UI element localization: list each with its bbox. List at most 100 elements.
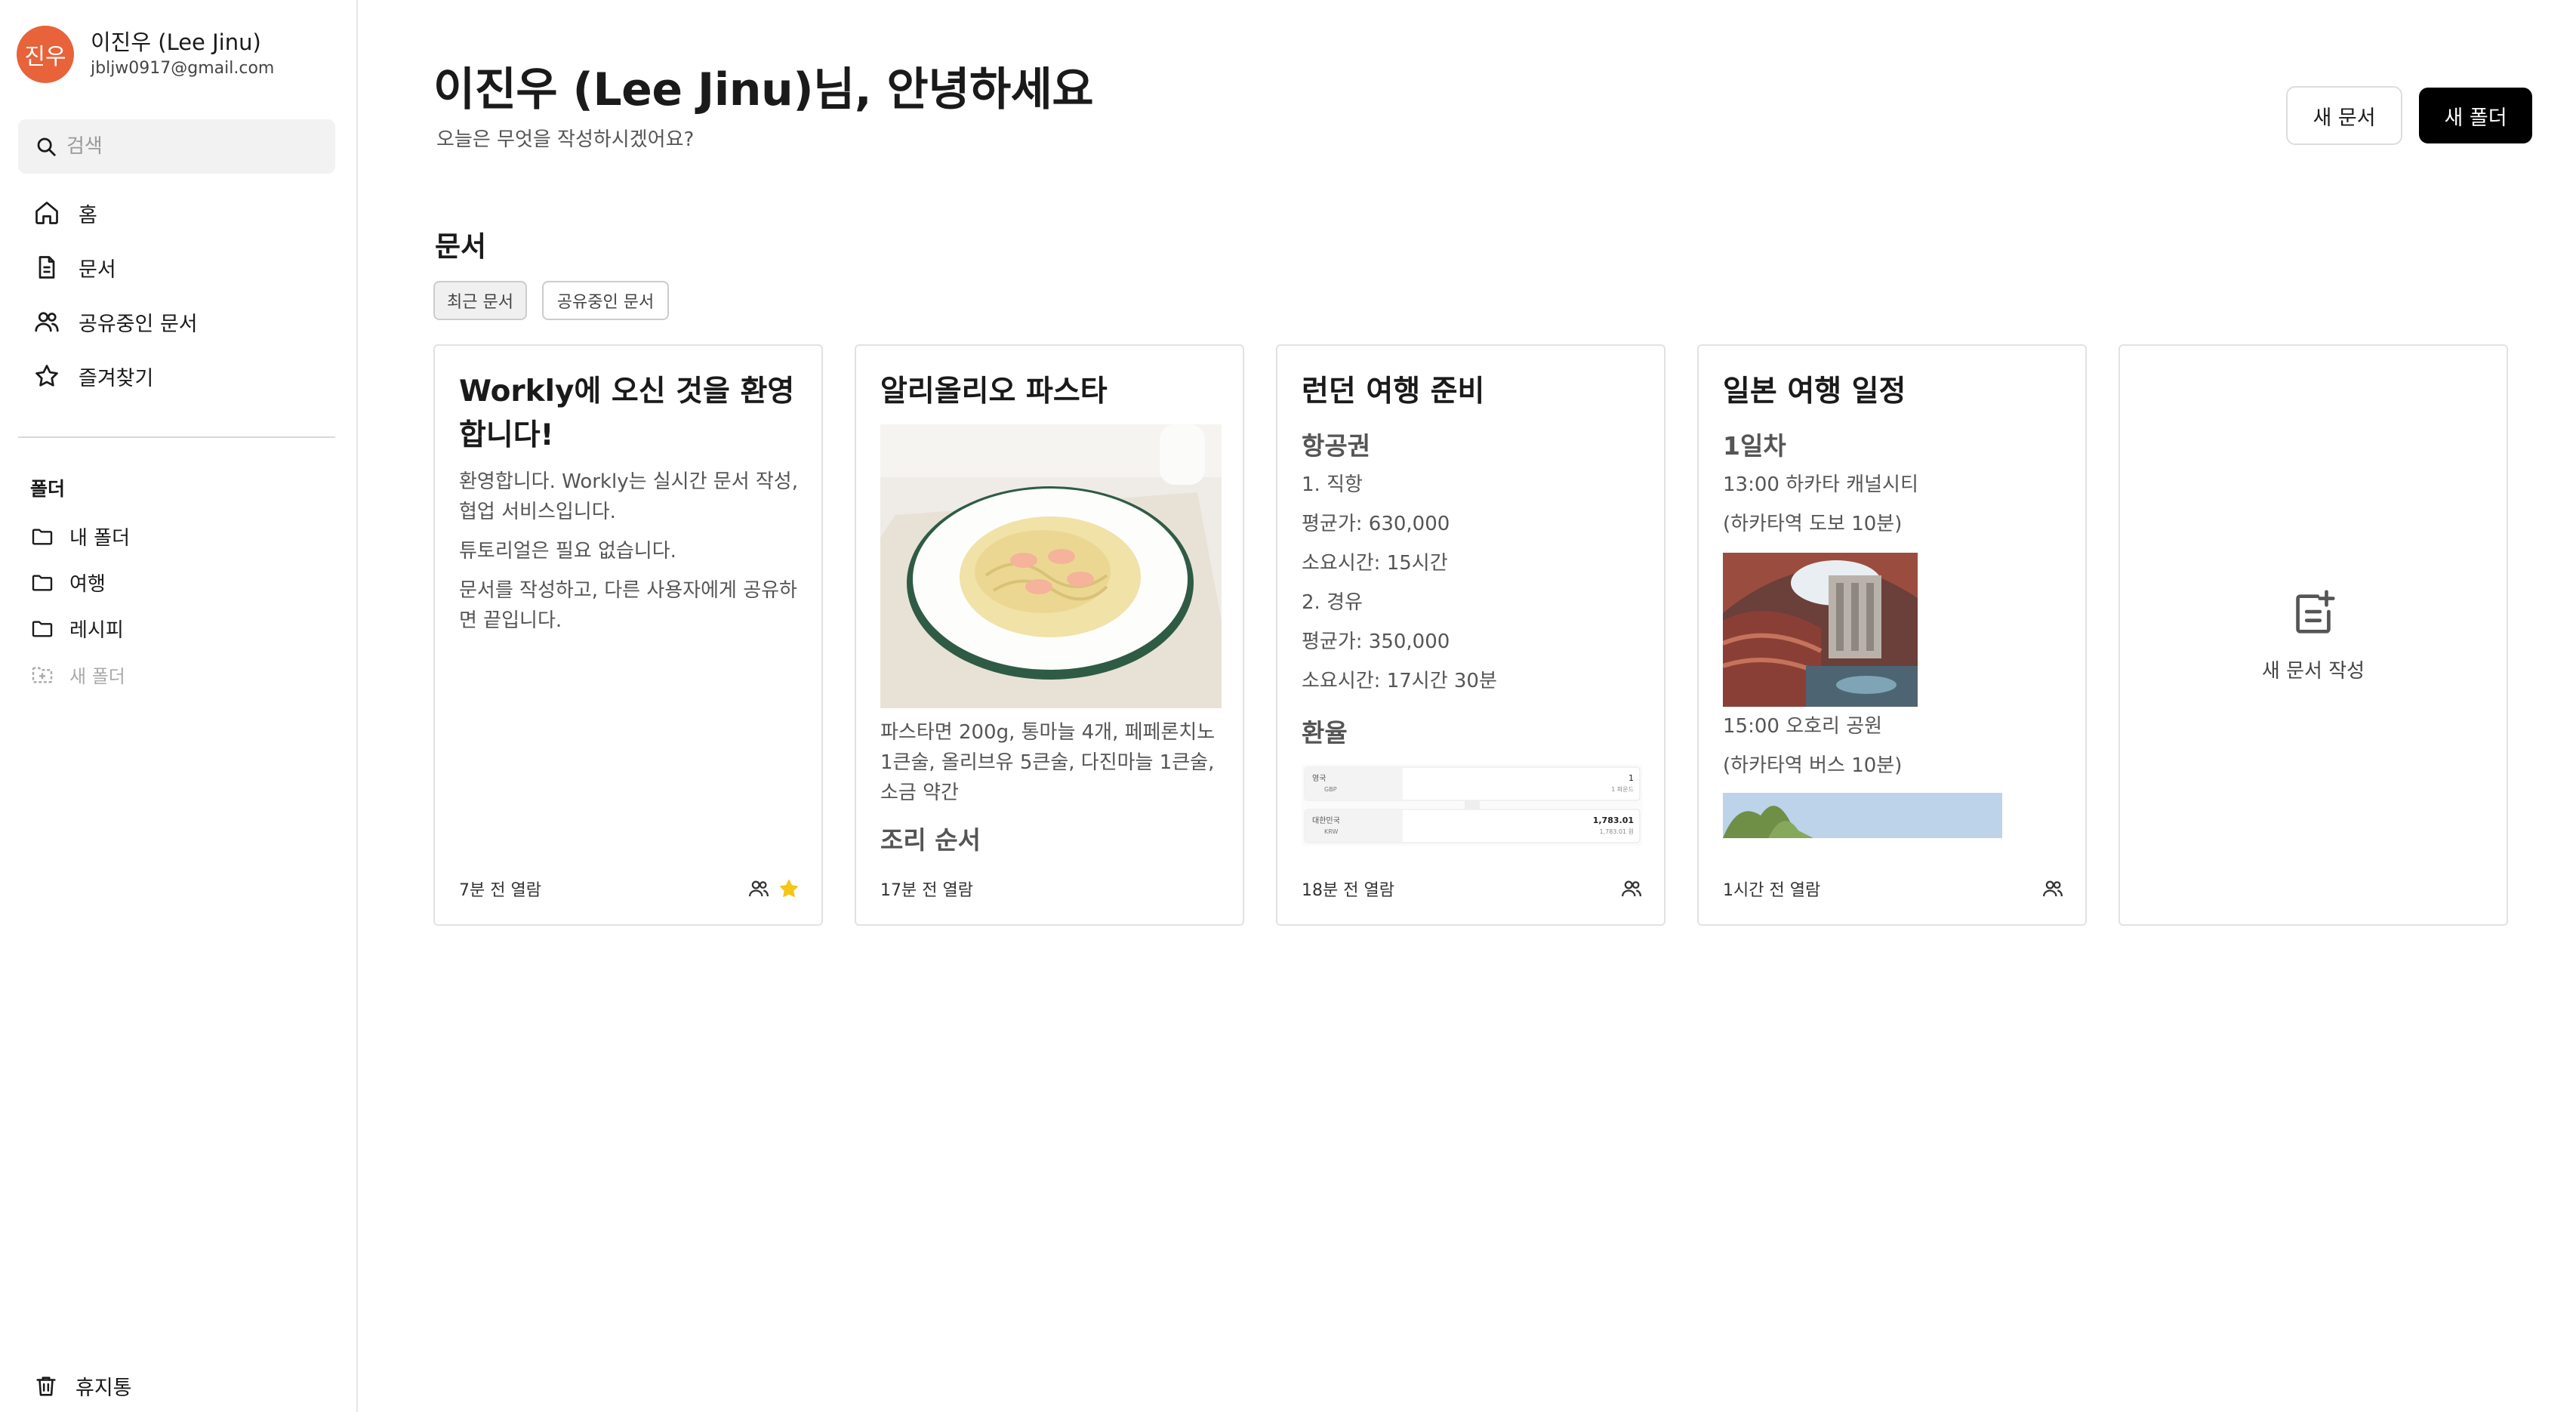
card-body: 파스타면 200g, 통마늘 4개, 페페론치노 1큰술, 올리브유 5큰술, … (880, 721, 1216, 804)
create-document-card[interactable]: 새 문서 작성 (2118, 344, 2508, 926)
main-nav: 홈 문서 공유중인 문서 즐겨찾기 (18, 186, 335, 403)
last-opened-time: 17분 전 열람 (880, 881, 973, 900)
page-title: 이진우 (Lee Jinu)님, 안녕하세요 (433, 63, 1094, 116)
fx-from-code: GBP (1324, 786, 1337, 793)
card-line: 1. 직항 (1302, 473, 1363, 496)
nav-label: 공유중인 문서 (79, 312, 198, 336)
card-title: 알리올리오 파스타 (880, 375, 1108, 408)
new-document-icon (2296, 590, 2335, 634)
nav-label: 즐겨찾기 (79, 366, 154, 390)
card-footer: 7분 전 열람 (459, 876, 800, 902)
card-content: 런던 여행 준비 항공권 1. 직항 평균가: 630,000 소요시간: 15… (1302, 370, 1643, 868)
fx-to-sub: 1,783.01 원 (1599, 828, 1634, 835)
card-line: (하카타역 도보 10분) (1723, 513, 1903, 535)
card-line: 소요시간: 15시간 (1302, 552, 1448, 575)
users-icon (35, 312, 59, 332)
profile-text: 이진우 (Lee Jinu) jbljw0917@gmail.com (91, 28, 274, 81)
trash-label: 휴지통 (75, 1377, 132, 1400)
new-folder-link[interactable]: 새 폴더 (18, 652, 335, 698)
search-box[interactable] (18, 119, 335, 174)
card-line: 15:00 오호리 공원 (1723, 715, 1883, 738)
shared-users-icon (2043, 880, 2063, 897)
canal-city-photo (1723, 553, 1918, 707)
document-card-japan[interactable]: 일본 여행 일정 1일차 13:00 하카타 캐널시티 (하카타역 도보 10분… (1697, 344, 2087, 926)
star-icon (35, 365, 58, 387)
card-title: 일본 여행 일정 (1723, 375, 1906, 408)
card-title: Workly에 오신 것을 환영합니다! (459, 375, 795, 452)
nav-item-shared[interactable]: 공유중인 문서 (18, 294, 335, 349)
folder-list: 내 폴더 여행 레시피 새 폴더 (18, 513, 335, 698)
card-content: 알리올리오 파스타 파스타면 200g, 통마늘 4개, 페페론치노 1큰술, … (880, 370, 1222, 868)
home-icon (35, 202, 58, 224)
document-card-pasta[interactable]: 알리올리오 파스타 파스타면 200g, 통마늘 4개, 페페론치노 1큰술, … (855, 344, 1244, 926)
folder-icon (32, 528, 53, 545)
card-footer: 18분 전 열람 (1302, 876, 1643, 902)
last-opened-time: 18분 전 열람 (1302, 881, 1394, 900)
new-document-button[interactable]: 새 문서 (2286, 86, 2402, 145)
document-card-welcome[interactable]: Workly에 오신 것을 환영합니다! 환영합니다. Workly는 실시간 … (433, 344, 823, 926)
page-subtitle: 오늘은 무엇을 작성하시겠어요? (436, 128, 695, 151)
folder-item-travel[interactable]: 여행 (18, 560, 335, 606)
folder-section-title: 폴더 (30, 478, 66, 500)
card-title: 런던 여행 준비 (1302, 375, 1485, 408)
nav-item-home[interactable]: 홈 (18, 186, 335, 240)
folder-icon (32, 620, 53, 637)
search-icon (37, 137, 56, 156)
card-footer: 17분 전 열람 (880, 876, 1222, 902)
filter-recent[interactable]: 최근 문서 (433, 281, 527, 320)
create-document-label: 새 문서 작성 (2261, 659, 2365, 683)
main-content: 이진우 (Lee Jinu)님, 안녕하세요 오늘은 무엇을 작성하시겠어요? … (359, 0, 2576, 1412)
card-subheading: 항공권 (1302, 431, 1371, 461)
fx-to-country: 대한민국 (1312, 816, 1340, 825)
fx-from-country: 영국 (1312, 774, 1326, 783)
card-line: (하카타역 버스 10분) (1723, 754, 1903, 777)
favorite-star-icon[interactable] (778, 877, 800, 900)
filter-shared[interactable]: 공유중인 문서 (542, 281, 669, 320)
new-folder-button[interactable]: 새 폴더 (2419, 88, 2532, 143)
nav-label: 문서 (79, 257, 116, 282)
user-email: jbljw0917@gmail.com (91, 59, 275, 78)
document-card-london[interactable]: 런던 여행 준비 항공권 1. 직항 평균가: 630,000 소요시간: 15… (1276, 344, 1665, 926)
pasta-photo (880, 424, 1222, 708)
ohori-park-photo (1723, 793, 2002, 838)
documents-section-title: 문서 (435, 230, 487, 263)
card-status-icons (747, 877, 800, 900)
folder-label: 레시피 (69, 619, 124, 642)
card-line: 소요시간: 17시간 30분 (1302, 670, 1497, 692)
fx-to-code: KRW (1324, 828, 1338, 835)
nav-item-documents[interactable]: 문서 (18, 240, 335, 294)
card-content: Workly에 오신 것을 환영합니다! 환영합니다. Workly는 실시간 … (459, 370, 800, 868)
nav-item-favorites[interactable]: 즐겨찾기 (18, 349, 335, 403)
last-opened-time: 1시간 전 열람 (1723, 881, 1821, 900)
user-profile[interactable]: 진우 이진우 (Lee Jinu) jbljw0917@gmail.com (17, 26, 274, 83)
user-name: 이진우 (Lee Jinu) (91, 29, 261, 55)
fx-to-amount: 1,783.01 (1593, 815, 1634, 825)
card-paragraph: 튜토리얼은 필요 없습니다. (459, 540, 676, 563)
folder-plus-icon (32, 666, 53, 683)
card-subheading: 조리 순서 (880, 825, 981, 855)
card-body: 환영합니다. Workly는 실시간 문서 작성, 협업 서비스입니다. 튜토리… (459, 467, 800, 636)
card-subheading: 1일차 (1723, 431, 1786, 461)
nav-label: 홈 (79, 203, 97, 227)
card-line: 2. 경유 (1302, 591, 1363, 614)
folder-label: 내 폴더 (69, 527, 131, 550)
card-subheading: 환율 (1302, 718, 1348, 748)
card-footer: 1시간 전 열람 (1723, 876, 2064, 902)
shared-users-icon (1622, 880, 1641, 897)
currency-converter-screenshot: 영국 GBP 1 1 파운드 대한민국 KRW 1,783.01 1,783.0… (1302, 764, 1643, 846)
folder-item-recipe[interactable]: 레시피 (18, 606, 335, 652)
card-status-icons (1620, 877, 1643, 900)
last-opened-time: 7분 전 열람 (459, 881, 541, 900)
avatar[interactable]: 진우 (17, 26, 74, 83)
trash-link[interactable]: 휴지통 (33, 1371, 132, 1401)
card-paragraph: 문서를 작성하고, 다른 사용자에게 공유하면 끝입니다. (459, 579, 797, 632)
fx-from-sub: 1 파운드 (1611, 786, 1634, 793)
shared-users-icon (749, 880, 769, 897)
folder-item-my[interactable]: 내 폴더 (18, 513, 335, 560)
card-line: 평균가: 350,000 (1302, 630, 1450, 653)
card-line: 13:00 하카타 캐널시티 (1723, 473, 1918, 496)
fx-from-amount: 1 (1628, 773, 1634, 783)
search-input[interactable] (66, 135, 323, 158)
card-paragraph: 환영합니다. Workly는 실시간 문서 작성, 협업 서비스입니다. (459, 470, 798, 523)
trash-icon (36, 1376, 56, 1396)
